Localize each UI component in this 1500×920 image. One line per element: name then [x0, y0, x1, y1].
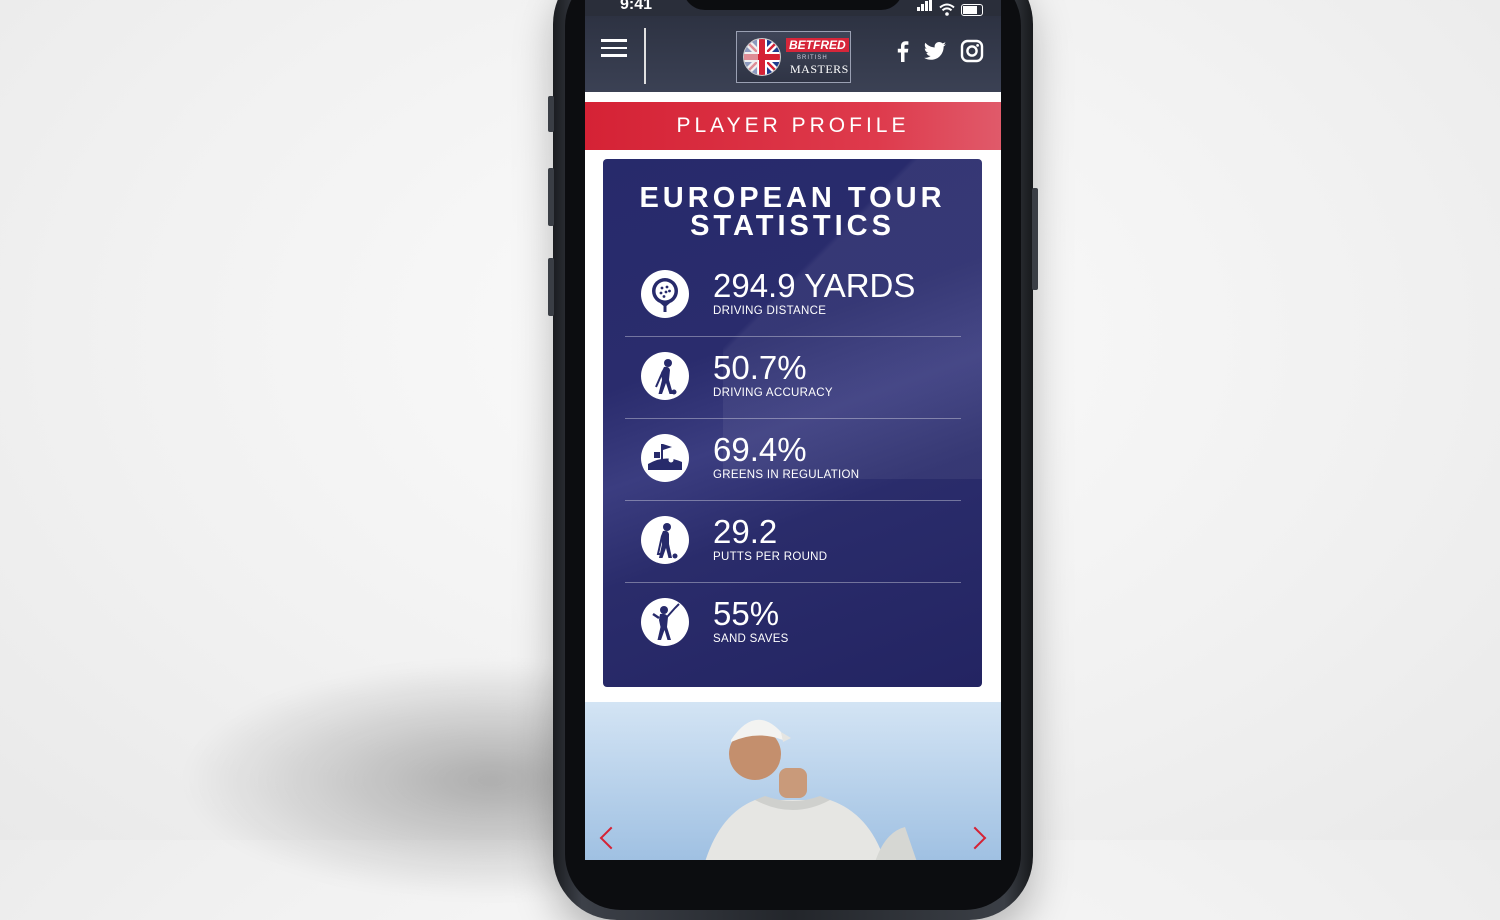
stat-value: 55%: [713, 595, 780, 632]
status-time: 9:41: [620, 0, 653, 13]
player-photo: [585, 702, 1001, 860]
stat-label: DRIVING DISTANCE: [713, 305, 827, 317]
stat-row-putts-per-round: 29.2 PUTTS PER ROUND: [625, 501, 961, 583]
stat-label: GREENS IN REGULATION: [713, 469, 860, 481]
facebook-icon[interactable]: [890, 38, 916, 64]
stat-value: 69.4%: [713, 431, 807, 468]
status-icons: [917, 0, 983, 16]
golfer-photo-illustration: [585, 702, 1001, 860]
golfer-swing-icon: [641, 598, 689, 646]
wifi-icon: [939, 3, 955, 16]
battery-icon: [961, 4, 983, 16]
stat-value: 50.7%: [713, 349, 807, 386]
app-header: BETFRED BRITISH MASTERS: [585, 16, 1001, 92]
stat-row-driving-accuracy: 50.7% DRIVING ACCURACY: [625, 337, 961, 419]
status-bar: 9:41: [585, 0, 1001, 16]
putter-icon: [641, 516, 689, 564]
player-profile-banner: PLAYER PROFILE: [585, 102, 1001, 150]
power-button: [1032, 188, 1038, 290]
notch: [683, 0, 903, 10]
logo-subtitle: BRITISH: [797, 55, 828, 61]
stat-value: 29.2: [713, 513, 778, 550]
logo-name: MASTERS: [790, 62, 849, 76]
stat-label: DRIVING ACCURACY: [713, 387, 833, 399]
twitter-icon[interactable]: [922, 38, 948, 64]
stat-value: 294.9 YARDS: [713, 267, 916, 304]
stat-row-driving-distance: 294.9 YARDS DRIVING DISTANCE: [625, 255, 961, 337]
flag-green-icon: [641, 434, 689, 482]
stat-row-greens-in-regulation: 69.4% GREENS IN REGULATION: [625, 419, 961, 501]
logo-sponsor: BETFRED: [786, 38, 849, 52]
stats-title: EUROPEAN TOUR STATISTICS: [603, 159, 982, 242]
hamburger-menu-icon[interactable]: [601, 36, 627, 58]
golf-ball-tee-icon: [641, 270, 689, 318]
mute-switch: [548, 96, 554, 132]
header-divider: [644, 28, 646, 84]
stat-row-sand-saves: 55% SAND SAVES: [625, 583, 961, 665]
betfred-british-masters-logo[interactable]: BETFRED BRITISH MASTERS: [736, 31, 851, 83]
union-jack-ball-icon: [743, 38, 781, 76]
volume-up-button: [548, 168, 554, 226]
instagram-icon[interactable]: [959, 38, 985, 64]
stat-label: PUTTS PER ROUND: [713, 551, 828, 563]
phone-screen: 9:41 BETFRED BRITISH MASTERS PLAYER PROF…: [585, 0, 1001, 860]
volume-down-button: [548, 258, 554, 316]
signal-icon: [917, 0, 933, 16]
golfer-address-icon: [641, 352, 689, 400]
stats-card: EUROPEAN TOUR STATISTICS 294.9 YARDS DRI…: [603, 159, 982, 687]
stats-title-line2: STATISTICS: [690, 210, 895, 242]
stat-label: SAND SAVES: [713, 633, 789, 645]
